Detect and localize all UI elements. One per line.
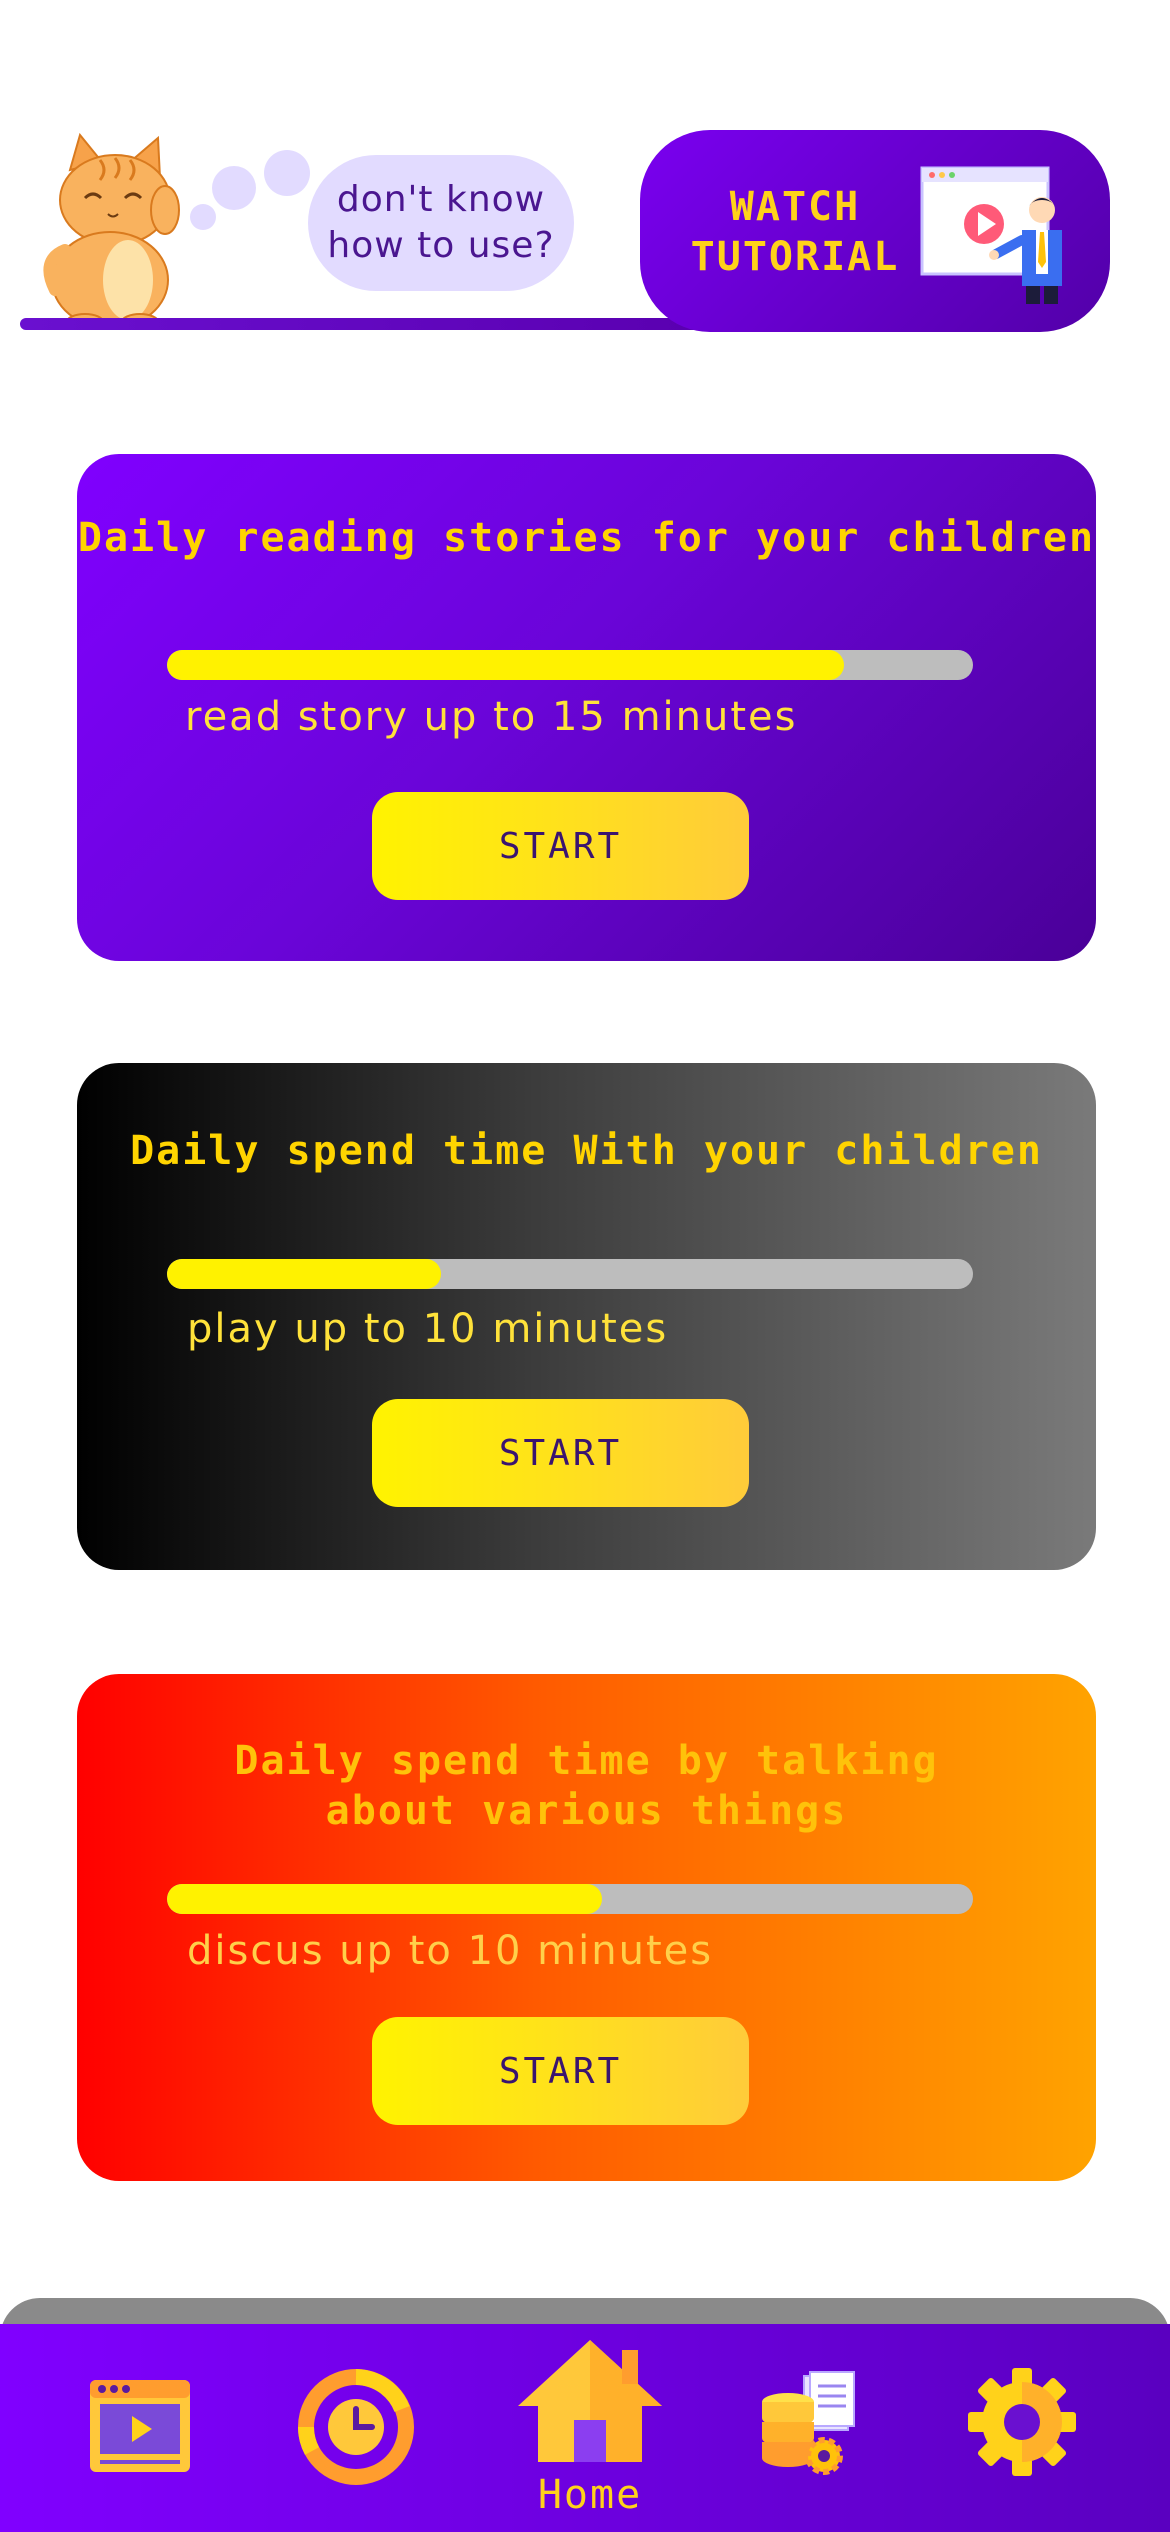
video-player-icon — [90, 2380, 190, 2472]
nav-item-data[interactable] — [758, 2370, 858, 2480]
watch-tutorial-label: WATCH TUTORIAL — [690, 184, 900, 280]
task-progress-fill — [167, 1884, 603, 1914]
nav-item-schedule[interactable] — [297, 2369, 414, 2485]
clock-chart-icon — [297, 2369, 414, 2485]
task-description: discus up to 10 minutes — [187, 1928, 714, 1974]
nav-item-home[interactable]: Home — [510, 2336, 670, 2532]
task-card-reading: Daily reading stories for your children … — [77, 454, 1096, 961]
help-question-text: don't know how to use? — [327, 179, 555, 266]
nav-item-video[interactable] — [88, 2372, 192, 2476]
nav-item-settings[interactable] — [966, 2366, 1078, 2478]
watch-tutorial-button[interactable]: WATCH TUTORIAL — [640, 130, 1110, 332]
task-progress-bar — [167, 1259, 973, 1289]
tutorial-presenter-icon — [920, 166, 1062, 304]
database-settings-icon — [762, 2371, 855, 2475]
help-question-bubble: don't know how to use? — [308, 155, 574, 291]
start-button[interactable]: START — [372, 792, 749, 900]
task-title: Daily spend time by talking about variou… — [234, 1738, 939, 1834]
bottom-nav: Home — [0, 2324, 1170, 2532]
start-button[interactable]: START — [372, 1399, 749, 1507]
task-card-talking: Daily spend time by talking about variou… — [77, 1674, 1096, 2181]
start-button[interactable]: START — [372, 2017, 749, 2125]
gear-icon — [968, 2368, 1076, 2476]
thought-bubble-dot — [212, 166, 256, 210]
thought-bubble-dot — [264, 150, 310, 196]
task-card-spend-time: Daily spend time With your children play… — [77, 1063, 1096, 1570]
header-divider — [20, 318, 700, 330]
task-title: Daily spend time With your children — [130, 1128, 1043, 1174]
task-description: read story up to 15 minutes — [185, 694, 798, 740]
cat-mascot-icon — [43, 132, 180, 330]
home-icon — [518, 2340, 662, 2462]
nav-label-home: Home — [537, 2472, 643, 2518]
task-description: play up to 10 minutes — [187, 1306, 669, 1352]
task-progress-bar — [167, 1884, 973, 1914]
thought-bubble-dot — [190, 204, 216, 230]
task-title: Daily reading stories for your children — [77, 515, 1096, 561]
task-progress-bar — [167, 650, 973, 680]
task-progress-fill — [167, 1259, 442, 1289]
task-progress-fill — [167, 650, 845, 680]
